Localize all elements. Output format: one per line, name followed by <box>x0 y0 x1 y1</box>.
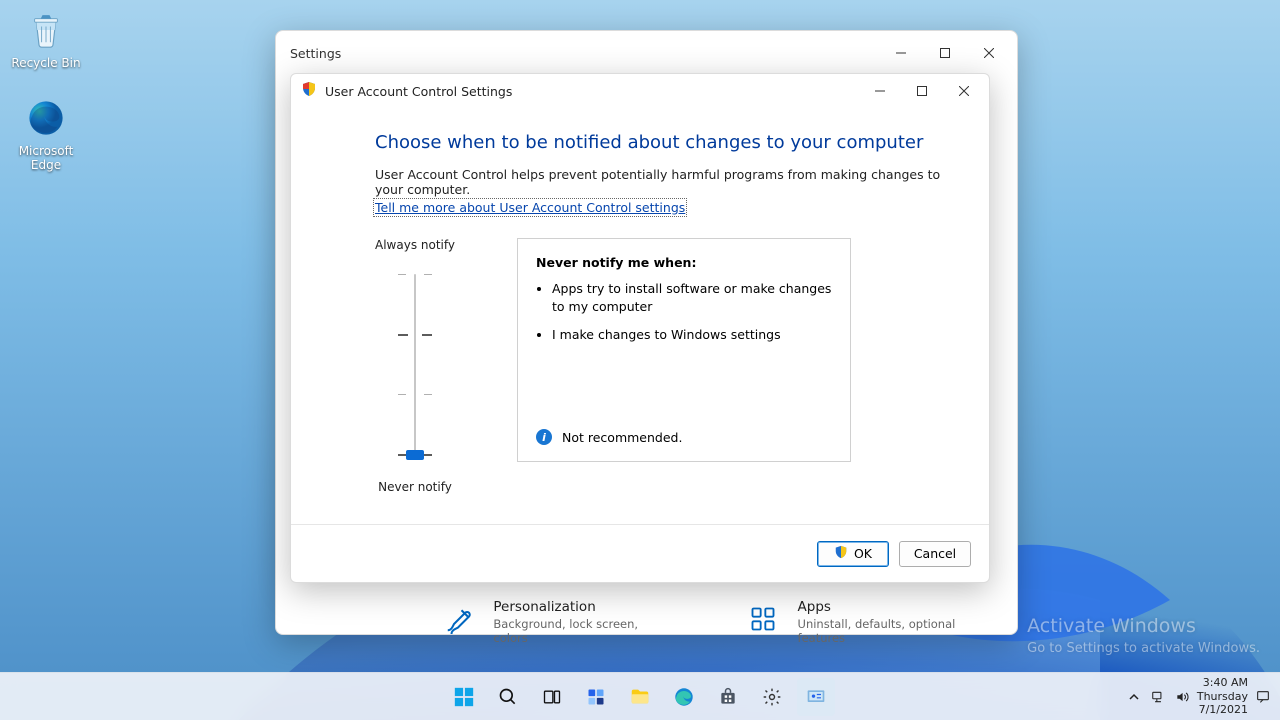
tray-notifications-icon[interactable] <box>1254 688 1272 706</box>
info-icon: i <box>536 429 552 445</box>
info-bullet: Apps try to install software or make cha… <box>552 280 832 316</box>
uac-description: User Account Control helps prevent poten… <box>375 167 953 197</box>
widgets-button[interactable] <box>577 678 615 716</box>
microsoft-store-button[interactable] <box>709 678 747 716</box>
uac-notification-slider[interactable] <box>402 268 428 464</box>
info-panel-footer: Not recommended. <box>562 430 682 445</box>
desktop-icon-label: Recycle Bin <box>10 56 82 70</box>
paintbrush-icon <box>440 599 477 639</box>
uac-settings-dialog: User Account Control Settings Choose whe… <box>290 73 990 583</box>
slider-thumb[interactable] <box>406 450 424 460</box>
tray-chevron-up-icon[interactable] <box>1125 688 1143 706</box>
settings-minimize-button[interactable] <box>879 38 923 68</box>
ok-button[interactable]: OK <box>817 541 889 567</box>
card-subtext: Uninstall, defaults, optional features <box>798 617 993 645</box>
recycle-bin-desktop-icon[interactable]: Recycle Bin <box>10 8 82 70</box>
card-heading: Personalization <box>493 599 664 615</box>
settings-maximize-button[interactable] <box>923 38 967 68</box>
microsoft-edge-desktop-icon[interactable]: Microsoft Edge <box>10 96 82 172</box>
cancel-button[interactable]: Cancel <box>899 541 971 567</box>
control-panel-taskbar-button[interactable] <box>797 678 835 716</box>
card-heading: Apps <box>798 599 993 615</box>
start-button[interactable] <box>445 678 483 716</box>
taskbar: 3:40 AM Thursday 7/1/2021 <box>0 672 1280 720</box>
edge-icon <box>24 96 68 140</box>
uac-minimize-button[interactable] <box>859 77 901 105</box>
uac-window-title: User Account Control Settings <box>325 84 512 99</box>
info-panel-title: Never notify me when: <box>536 255 832 270</box>
slider-top-label: Always notify <box>375 238 455 252</box>
tray-volume-icon[interactable] <box>1173 688 1191 706</box>
shield-icon <box>301 81 317 101</box>
settings-window-title: Settings <box>290 46 341 61</box>
file-explorer-button[interactable] <box>621 678 659 716</box>
slider-info-panel: Never notify me when: Apps try to instal… <box>517 238 851 462</box>
tray-network-icon[interactable] <box>1149 688 1167 706</box>
settings-close-button[interactable] <box>967 38 1011 68</box>
uac-heading: Choose when to be notified about changes… <box>375 132 953 153</box>
tray-clock[interactable]: 3:40 AM Thursday 7/1/2021 <box>1197 676 1248 717</box>
task-view-button[interactable] <box>533 678 571 716</box>
slider-bottom-label: Never notify <box>378 480 452 494</box>
apps-grid-icon <box>744 599 781 639</box>
shield-icon <box>834 545 848 562</box>
apps-card[interactable]: Apps Uninstall, defaults, optional featu… <box>744 599 993 626</box>
uac-learn-more-link[interactable]: Tell me more about User Account Control … <box>375 200 685 215</box>
recycle-bin-icon <box>24 8 68 52</box>
uac-maximize-button[interactable] <box>901 77 943 105</box>
info-bullet: I make changes to Windows settings <box>552 326 832 344</box>
search-button[interactable] <box>489 678 527 716</box>
uac-close-button[interactable] <box>943 77 985 105</box>
settings-taskbar-button[interactable] <box>753 678 791 716</box>
desktop-icon-label: Microsoft Edge <box>10 144 82 172</box>
personalization-card[interactable]: Personalization Background, lock screen,… <box>440 599 664 626</box>
card-subtext: Background, lock screen, colors <box>493 617 664 645</box>
activation-watermark: Activate Windows Go to Settings to activ… <box>1027 613 1260 658</box>
edge-taskbar-button[interactable] <box>665 678 703 716</box>
